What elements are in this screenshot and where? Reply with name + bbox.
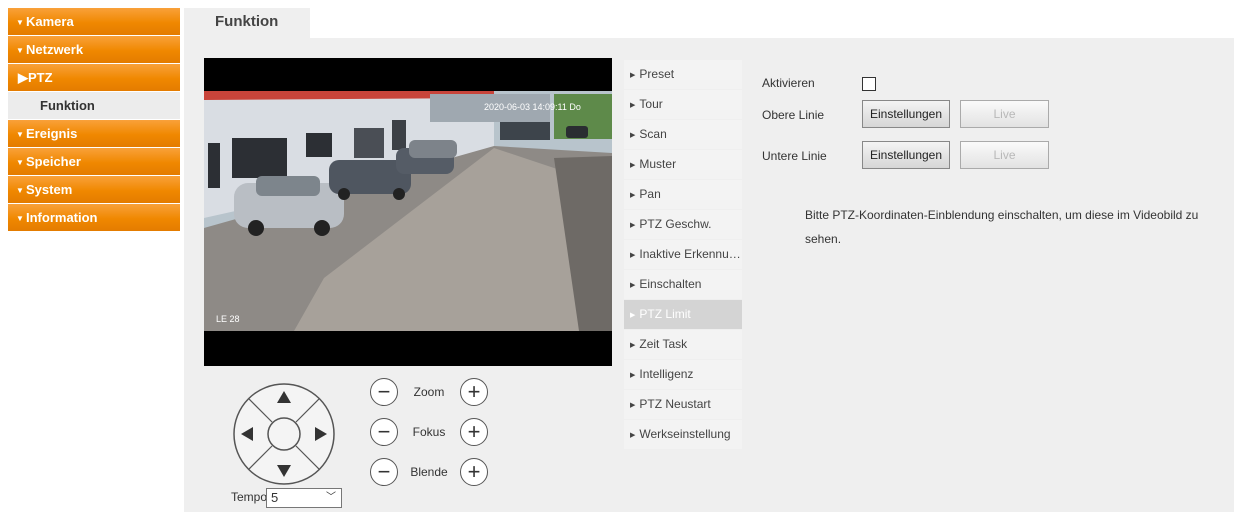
sidebar-item-label: PTZ: [28, 70, 53, 85]
upper-line-live-button[interactable]: Live: [960, 100, 1049, 128]
menu-item-pan[interactable]: ▶ Pan: [624, 180, 742, 209]
focus-minus-button[interactable]: −: [370, 418, 398, 446]
tab-funktion[interactable]: Funktion: [184, 8, 310, 38]
info-note: Bitte PTZ-Koordinaten-Einblendung einsch…: [805, 208, 1199, 246]
sidebar-item-information[interactable]: ▼ Information: [8, 204, 180, 232]
zoom-control: − Zoom +: [370, 377, 488, 407]
menu-item-muster[interactable]: ▶ Muster: [624, 150, 742, 179]
menu-item-tour[interactable]: ▶ Tour: [624, 90, 742, 119]
sidebar-nav: ▼ Kamera ▼ Netzwerk ▶PTZ Funktion ▼ Ereigni…: [8, 8, 180, 232]
chevron-down-icon: ﹀: [326, 492, 336, 503]
triangle-right-icon: ▶: [630, 102, 636, 109]
activate-label: Aktivieren: [762, 76, 815, 90]
chevron-down-icon: ▼: [16, 186, 24, 195]
sidebar-item-system[interactable]: ▼ System: [8, 176, 180, 204]
tempo-label: Tempo: [231, 490, 268, 504]
video-timestamp: 2020-06-03 14:09:11 Do: [484, 102, 581, 112]
iris-label: Blende: [410, 465, 448, 479]
menu-item-time-task[interactable]: ▶ Zeit Task: [624, 330, 742, 359]
triangle-right-icon: ▶: [630, 222, 636, 229]
sidebar-item-label: Funktion: [40, 98, 95, 113]
sidebar-item-ereignis[interactable]: ▼ Ereignis: [8, 120, 180, 148]
iris-control: − Blende +: [370, 457, 488, 487]
triangle-right-icon: ▶: [630, 192, 636, 199]
sidebar-item-kamera[interactable]: ▼ Kamera: [8, 8, 180, 36]
menu-item-scan[interactable]: ▶ Scan: [624, 120, 742, 149]
zoom-out-button[interactable]: −: [370, 378, 398, 406]
triangle-right-icon: ▶: [630, 72, 636, 79]
upper-line-settings-button[interactable]: Einstellungen: [862, 100, 950, 128]
ptz-direction-pad: [232, 382, 336, 486]
zoom-label: Zoom: [413, 385, 445, 399]
triangle-right-icon: ▶: [630, 162, 636, 169]
triangle-right-icon: ▶: [630, 402, 636, 409]
chevron-down-icon: ▼: [16, 130, 24, 139]
sidebar-item-netzwerk[interactable]: ▼ Netzwerk: [8, 36, 180, 64]
upper-line-label: Obere Linie: [762, 108, 825, 122]
chevron-down-icon: ▼: [16, 46, 24, 55]
sidebar-item-label: Netzwerk: [26, 42, 84, 57]
function-menu: ▶ Preset ▶ Tour ▶ Scan ▶ Muster ▶ Pan ▶ PTZ Ge…: [624, 60, 742, 450]
triangle-right-icon: ▶: [630, 372, 636, 379]
chevron-right-icon: ▶: [18, 70, 28, 85]
iris-minus-button[interactable]: −: [370, 458, 398, 486]
menu-item-ptz-speed[interactable]: ▶ PTZ Geschw.: [624, 210, 742, 239]
video-preview: 2020-06-03 14:09:11 Do LE 28: [204, 58, 612, 366]
triangle-right-icon: ▶: [630, 132, 636, 139]
activate-checkbox[interactable]: [862, 77, 876, 91]
tempo-select[interactable]: 5 ﹀: [266, 488, 342, 508]
sidebar-item-label: Ereignis: [26, 126, 78, 141]
sidebar-item-speicher[interactable]: ▼ Speicher: [8, 148, 180, 176]
iris-plus-button[interactable]: +: [460, 458, 488, 486]
menu-item-ptz-restart[interactable]: ▶ PTZ Neustart: [624, 390, 742, 419]
triangle-right-icon: ▶: [630, 252, 636, 259]
menu-item-idle-motion[interactable]: ▶ Inaktive Erkennung: [624, 240, 742, 269]
chevron-down-icon: ▼: [16, 18, 24, 27]
lower-line-live-button[interactable]: Live: [960, 141, 1049, 169]
menu-item-factory-default[interactable]: ▶ Werkseinstellung: [624, 420, 742, 449]
menu-item-preset[interactable]: ▶ Preset: [624, 60, 742, 89]
focus-control: − Fokus +: [370, 417, 488, 447]
focus-plus-button[interactable]: +: [460, 418, 488, 446]
camera-scene-image: 2020-06-03 14:09:11 Do LE 28: [204, 58, 612, 366]
lower-line-label: Untere Linie: [762, 149, 827, 163]
ptz-center-button[interactable]: [267, 417, 301, 451]
chevron-down-icon: ▼: [16, 214, 24, 223]
triangle-right-icon: ▶: [630, 432, 636, 439]
sidebar-item-ptz[interactable]: ▶PTZ: [8, 64, 180, 92]
tempo-value: 5: [271, 490, 279, 505]
triangle-right-icon: ▶: [630, 282, 636, 289]
sidebar-item-label: System: [26, 182, 73, 197]
sidebar-item-funktion[interactable]: Funktion: [8, 92, 180, 120]
lower-line-settings-button[interactable]: Einstellungen: [862, 141, 950, 169]
zoom-in-button[interactable]: +: [460, 378, 488, 406]
sidebar-item-label: Kamera: [26, 14, 74, 29]
triangle-right-icon: ▶: [630, 312, 636, 319]
video-corner-label: LE 28: [216, 314, 240, 324]
chevron-down-icon: ▼: [16, 158, 24, 167]
menu-item-ptz-limit[interactable]: ▶ PTZ Limit: [624, 300, 742, 329]
triangle-right-icon: ▶: [630, 342, 636, 349]
focus-label: Fokus: [412, 425, 446, 439]
sidebar-item-label: Information: [26, 210, 98, 225]
menu-item-intelligence[interactable]: ▶ Intelligenz: [624, 360, 742, 389]
menu-item-power-up[interactable]: ▶ Einschalten: [624, 270, 742, 299]
sidebar-item-label: Speicher: [26, 154, 81, 169]
